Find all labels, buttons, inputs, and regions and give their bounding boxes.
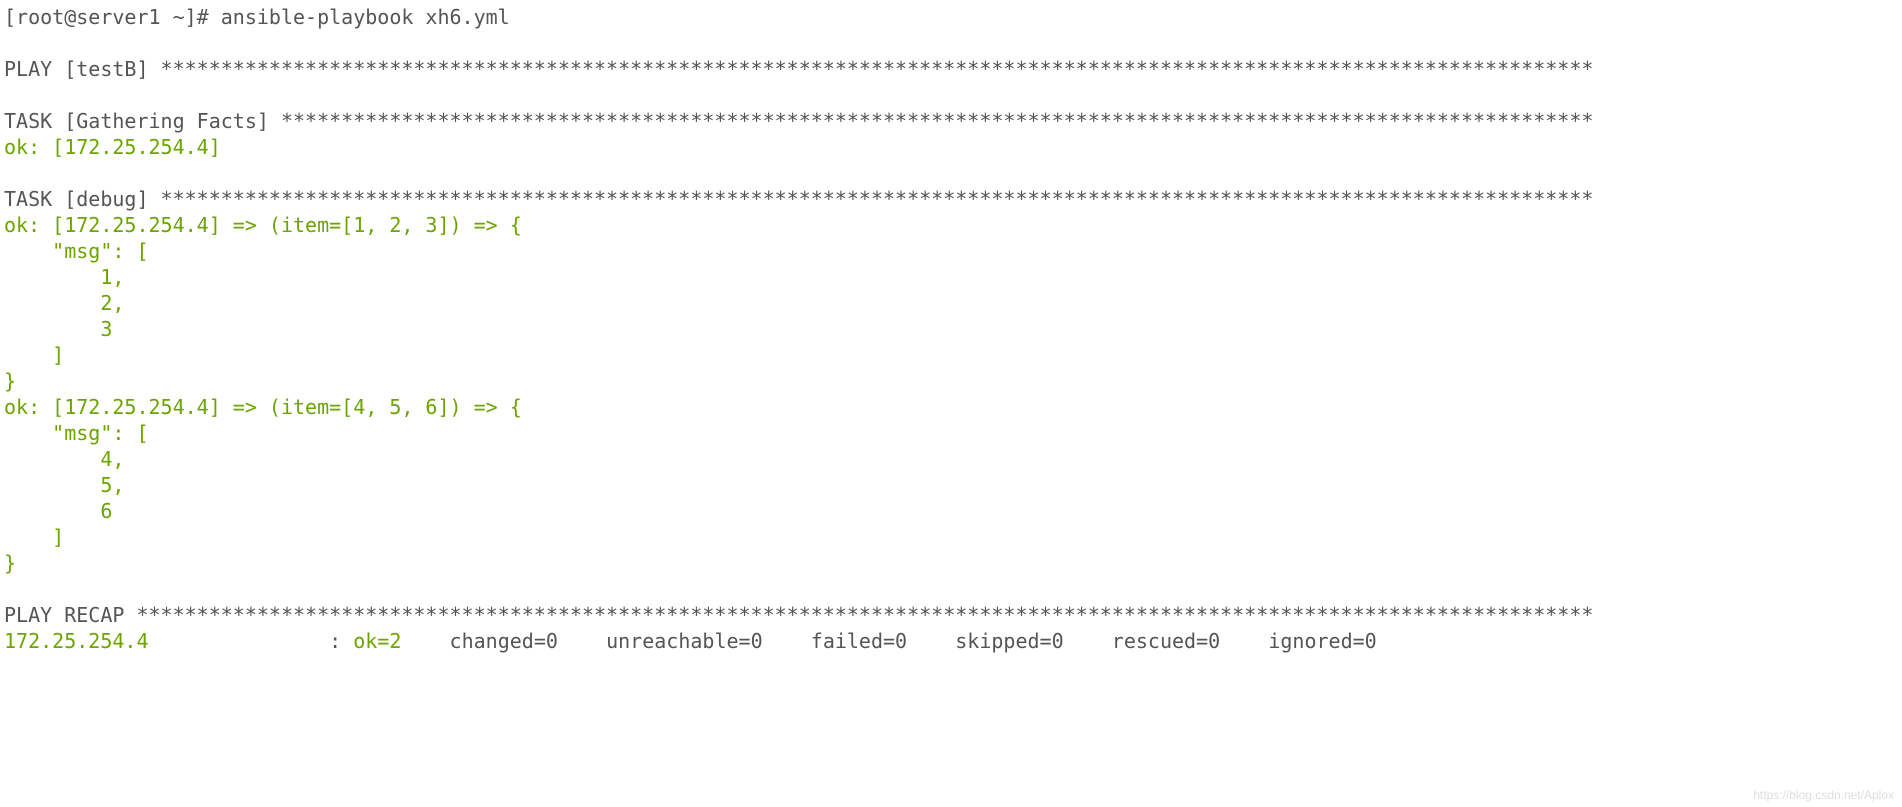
terminal-line: ] (4, 343, 64, 367)
terminal-line: PLAY RECAP *****************************… (4, 603, 1593, 627)
terminal-line: 6 (4, 499, 112, 523)
terminal-line: 3 (4, 317, 112, 341)
terminal-line: 4, (4, 447, 124, 471)
terminal-line: [root@server1 ~]# ansible-playbook xh6.y… (4, 5, 510, 29)
terminal-line: "msg": [ (4, 421, 149, 445)
terminal-line: TASK [Gathering Facts] *****************… (4, 109, 1593, 133)
recap-rest: changed=0 unreachable=0 failed=0 skipped… (438, 629, 1413, 653)
terminal-line: 5, (4, 473, 124, 497)
terminal-line: TASK [debug] ***************************… (4, 187, 1593, 211)
terminal-line: ok: [172.25.254.4] => (item=[4, 5, 6]) =… (4, 395, 522, 419)
terminal-line: ok: [172.25.254.4] => (item=[1, 2, 3]) =… (4, 213, 522, 237)
terminal-line: "msg": [ (4, 239, 149, 263)
terminal-line: 2, (4, 291, 124, 315)
recap-colon: : (149, 629, 354, 653)
recap-ok: ok=2 (353, 629, 437, 653)
terminal-line: 1, (4, 265, 124, 289)
terminal-line: } (4, 369, 16, 393)
terminal-line: ok: [172.25.254.4] (4, 135, 221, 159)
terminal-line: PLAY [testB] ***************************… (4, 57, 1593, 81)
terminal-line: ] (4, 525, 64, 549)
recap-host: 172.25.254.4 (4, 629, 149, 653)
terminal-line: } (4, 551, 16, 575)
watermark-text: https://blog.csdn.net/Aplox (1753, 788, 1894, 804)
